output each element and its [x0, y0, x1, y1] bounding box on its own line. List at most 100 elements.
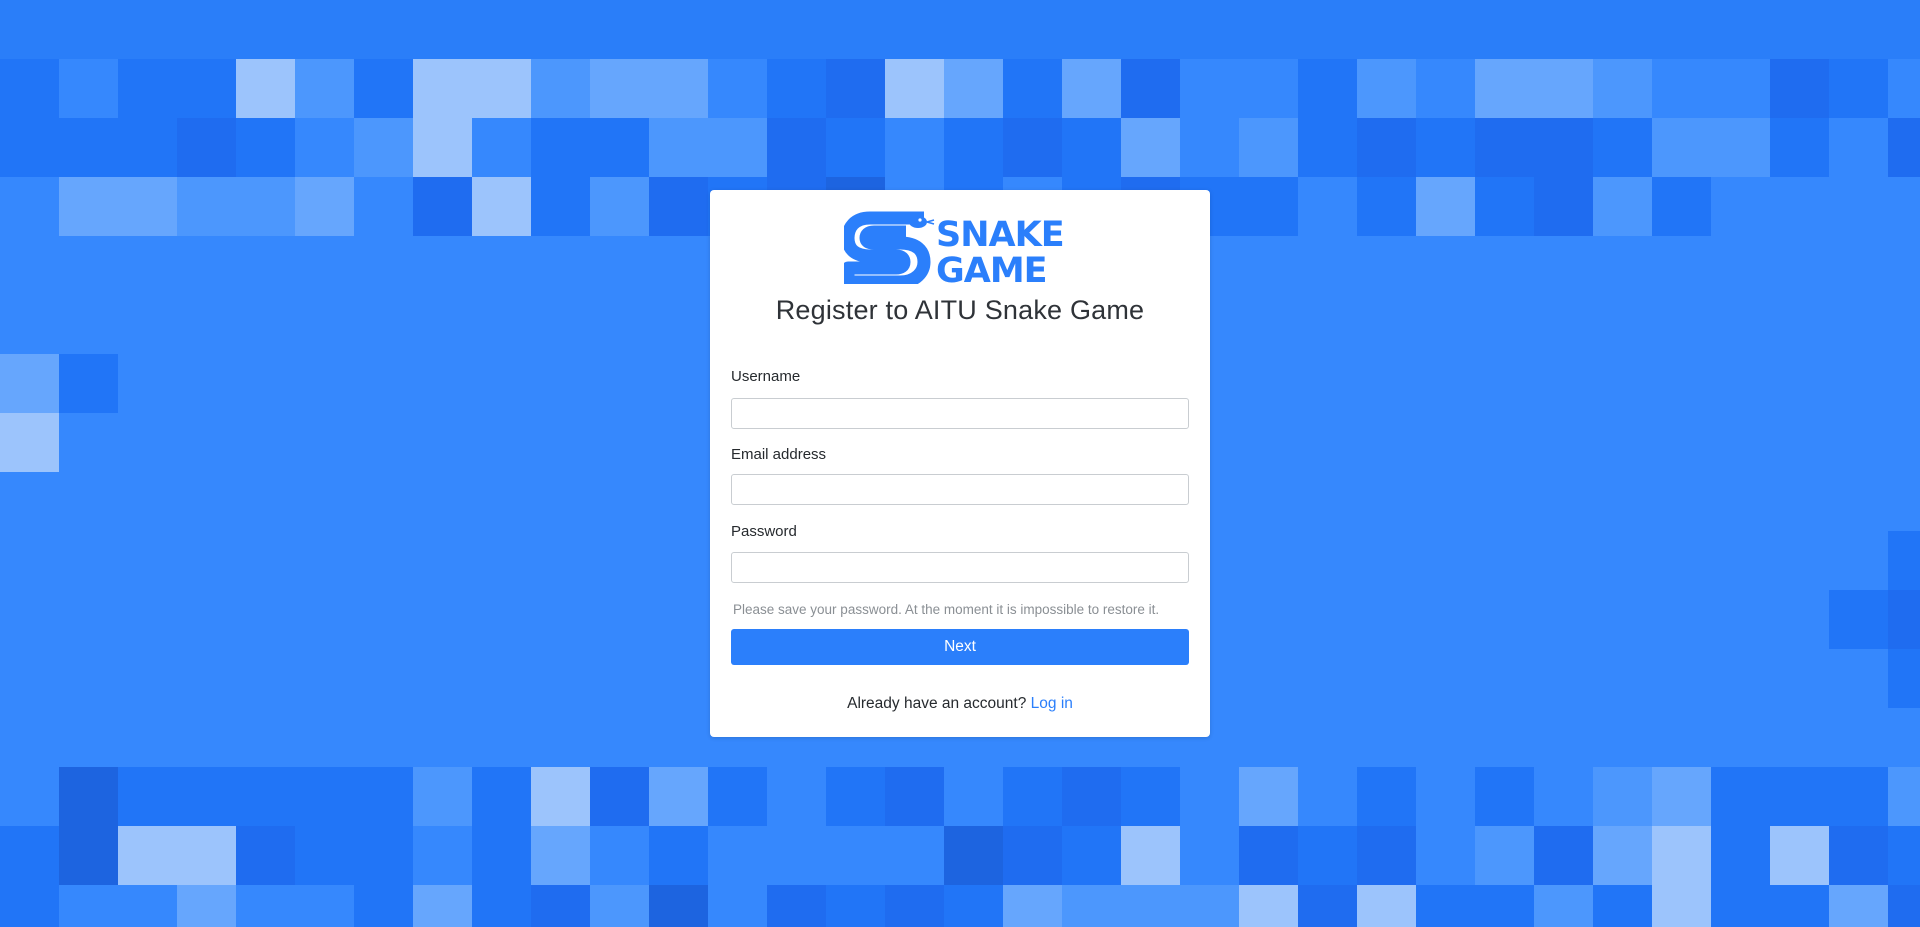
bg-pixel [236, 767, 295, 826]
bg-pixel [118, 826, 177, 885]
bg-pixel [295, 826, 354, 885]
bg-pixel [1298, 59, 1357, 118]
bg-pixel [649, 767, 708, 826]
bg-pixel [236, 826, 295, 885]
bg-pixel [0, 826, 59, 885]
bg-pixel [1711, 0, 1770, 59]
bg-pixel [1829, 885, 1888, 927]
bg-pixel [1357, 177, 1416, 236]
bg-pixel [1475, 177, 1534, 236]
bg-pixel [177, 118, 236, 177]
bg-pixel [1121, 59, 1180, 118]
bg-pixel [1357, 767, 1416, 826]
bg-pixel [649, 118, 708, 177]
bg-pixel [1003, 118, 1062, 177]
bg-pixel [826, 885, 885, 927]
bg-pixel [1121, 885, 1180, 927]
bg-pixel [1121, 826, 1180, 885]
bg-pixel [531, 59, 590, 118]
bg-pixel [708, 767, 767, 826]
bg-pixel [1062, 59, 1121, 118]
bg-pixel [1888, 767, 1920, 826]
bg-pixel [1593, 885, 1652, 927]
bg-pixel [118, 118, 177, 177]
bg-pixel [1062, 0, 1121, 59]
bg-pixel [236, 59, 295, 118]
bg-pixel [177, 59, 236, 118]
bg-pixel [649, 0, 708, 59]
password-label: Password [731, 523, 797, 540]
logo-line1: SNAKE [936, 215, 1064, 255]
bg-pixel [1770, 826, 1829, 885]
bg-pixel [0, 354, 59, 413]
bg-pixel [1534, 177, 1593, 236]
bg-pixel [1357, 118, 1416, 177]
bg-pixel [1239, 118, 1298, 177]
password-input[interactable] [731, 552, 1189, 583]
bg-pixel [1298, 118, 1357, 177]
bg-pixel [1652, 118, 1711, 177]
bg-pixel [1711, 826, 1770, 885]
bg-pixel [1239, 885, 1298, 927]
email-label: Email address [731, 446, 827, 463]
bg-pixel [1475, 885, 1534, 927]
bg-pixel [1062, 767, 1121, 826]
bg-pixel [1593, 118, 1652, 177]
bg-pixel [1534, 826, 1593, 885]
bg-pixel [944, 59, 1003, 118]
bg-pixel [413, 0, 472, 59]
bg-pixel [1475, 59, 1534, 118]
bg-pixel [1593, 826, 1652, 885]
bg-pixel [295, 177, 354, 236]
bg-pixel [1888, 649, 1920, 708]
bg-pixel [531, 177, 590, 236]
bg-pixel [1003, 885, 1062, 927]
bg-pixel [531, 118, 590, 177]
bg-pixel [708, 0, 767, 59]
bg-pixel [1003, 767, 1062, 826]
bg-pixel [354, 826, 413, 885]
bg-pixel [1711, 767, 1770, 826]
bg-pixel [1180, 885, 1239, 927]
next-button[interactable]: Next [731, 629, 1189, 665]
bg-pixel [1711, 118, 1770, 177]
bg-pixel [0, 118, 59, 177]
username-input[interactable] [731, 398, 1189, 429]
bg-pixel [1711, 885, 1770, 927]
bg-pixel [118, 767, 177, 826]
logo-line2: GAME [936, 251, 1047, 284]
bg-pixel [1062, 885, 1121, 927]
bg-pixel [1888, 885, 1920, 927]
bg-pixel [1652, 177, 1711, 236]
bg-pixel [826, 118, 885, 177]
bg-pixel [354, 118, 413, 177]
bg-pixel [1475, 767, 1534, 826]
bg-pixel [118, 59, 177, 118]
bg-pixel [1416, 118, 1475, 177]
bg-pixel [944, 0, 1003, 59]
login-link[interactable]: Log in [1031, 695, 1073, 712]
bg-pixel [472, 767, 531, 826]
bg-pixel [1003, 0, 1062, 59]
bg-pixel [531, 0, 590, 59]
bg-pixel [1829, 59, 1888, 118]
bg-pixel [1062, 118, 1121, 177]
bg-pixel [1357, 0, 1416, 59]
bg-pixel [59, 177, 118, 236]
bg-pixel [590, 118, 649, 177]
bg-pixel [118, 0, 177, 59]
bg-pixel [1652, 0, 1711, 59]
bg-pixel [885, 885, 944, 927]
bg-pixel [1062, 826, 1121, 885]
bg-pixel [1770, 59, 1829, 118]
email-input[interactable] [731, 474, 1189, 505]
bg-pixel [1829, 590, 1888, 649]
bg-pixel [649, 885, 708, 927]
bg-pixel [944, 885, 1003, 927]
bg-pixel [236, 118, 295, 177]
bg-pixel [472, 826, 531, 885]
bg-pixel [1298, 885, 1357, 927]
bg-pixel [59, 354, 118, 413]
bg-pixel [767, 885, 826, 927]
bg-pixel [295, 0, 354, 59]
